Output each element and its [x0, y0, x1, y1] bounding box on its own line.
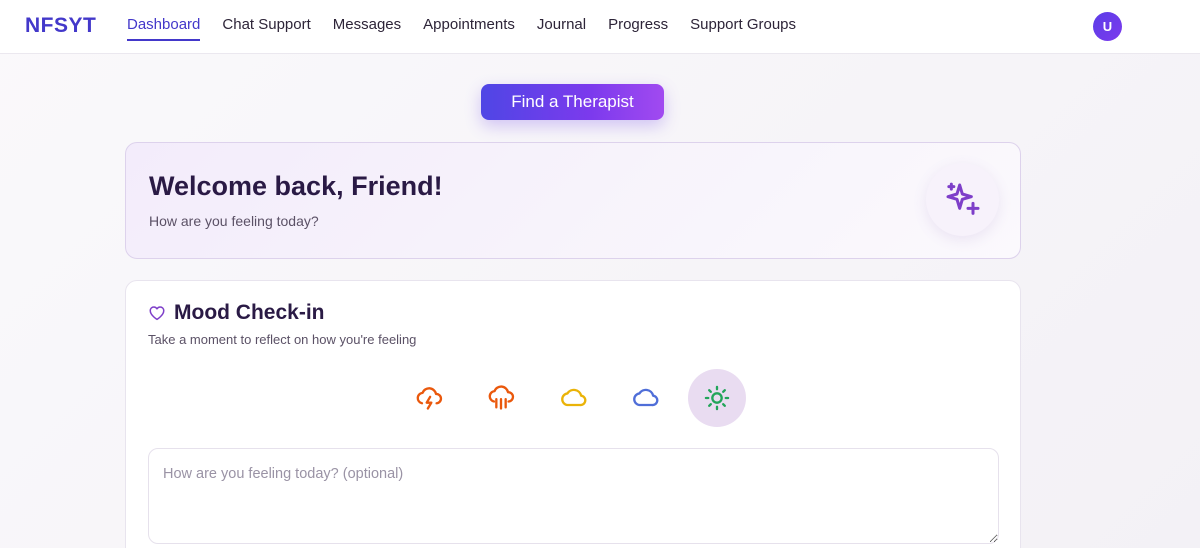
mood-header: Mood Check-in — [148, 301, 325, 325]
cloud-icon — [561, 388, 587, 407]
nav-link-journal[interactable]: Journal — [537, 15, 586, 39]
nav-link-messages[interactable]: Messages — [333, 15, 401, 39]
top-navigation: NFSYT Dashboard Chat Support Messages Ap… — [0, 0, 1200, 54]
nav-links: Dashboard Chat Support Messages Appointm… — [127, 0, 818, 54]
find-therapist-button[interactable]: Find a Therapist — [481, 84, 664, 120]
sun-icon — [704, 385, 730, 411]
welcome-card: Welcome back, Friend! How are you feelin… — [125, 142, 1021, 259]
mood-option-cloudy-yellow[interactable] — [544, 369, 602, 427]
nav-link-appointments[interactable]: Appointments — [423, 15, 515, 39]
welcome-title: Welcome back, Friend! — [149, 171, 443, 201]
user-avatar[interactable]: U — [1093, 12, 1122, 41]
nav-link-chat-support[interactable]: Chat Support — [222, 15, 310, 39]
mood-subtitle: Take a moment to reflect on how you're f… — [148, 332, 417, 347]
mood-note-input[interactable] — [148, 448, 999, 544]
sparkles-badge — [926, 163, 999, 236]
heart-icon — [149, 306, 165, 321]
mood-option-sunny[interactable] — [688, 369, 746, 427]
brand-logo[interactable]: NFSYT — [25, 14, 96, 38]
nav-link-support-groups[interactable]: Support Groups — [690, 15, 796, 39]
mood-title: Mood Check-in — [174, 301, 325, 324]
mood-options — [400, 369, 760, 427]
mood-checkin-card: Mood Check-in Take a moment to reflect o… — [125, 280, 1021, 548]
mood-option-cloudy-blue[interactable] — [616, 369, 674, 427]
welcome-subtitle: How are you feeling today? — [149, 213, 319, 229]
mood-option-stormy[interactable] — [400, 369, 458, 427]
nav-link-dashboard[interactable]: Dashboard — [127, 15, 201, 41]
cloud-icon — [633, 388, 659, 407]
sparkles-icon — [946, 182, 979, 215]
mood-option-rainy[interactable] — [472, 369, 530, 427]
cloud-rain-icon — [488, 385, 515, 410]
nav-link-progress[interactable]: Progress — [608, 15, 668, 39]
cloud-lightning-icon — [416, 387, 443, 410]
